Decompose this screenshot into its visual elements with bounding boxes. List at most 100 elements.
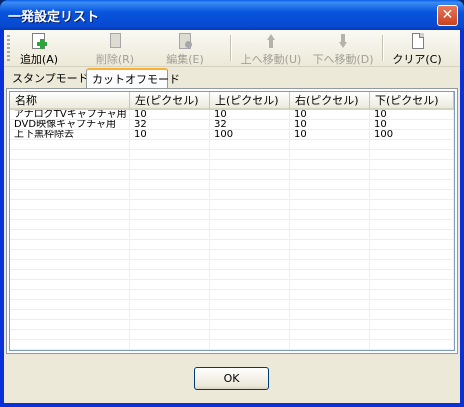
column-header-top[interactable]: 上(ピクセル) [210,92,290,110]
empty-cell [130,160,210,170]
empty-cell [290,200,370,210]
empty-cell [130,200,210,210]
table-row[interactable]: アナログTVキャプチャ用 10 10 10 10 [10,110,454,120]
move-down-button[interactable]: 下へ移動(D) [308,32,378,66]
empty-row [10,140,454,150]
empty-cell [130,240,210,250]
empty-cell [10,230,130,240]
list-header: 名称 左(ピクセル) 上(ピクセル) 右(ピクセル) 下(ピクセル) [10,92,454,110]
toolbar: 追加(A) 削除(R) 編集(E) 上へ移動(U) 下へ移動(D) クリア(C) [4,30,460,67]
preset-list[interactable]: 名称 左(ピクセル) 上(ピクセル) 右(ピクセル) 下(ピクセル) アナログT… [9,91,455,351]
tab-cutoff-mode[interactable]: カットオフモード [86,68,180,88]
move-down-label: 下へ移動(D) [312,53,374,66]
empty-cell [290,300,370,310]
dialog-window: 一発設定リスト ✕ 追加(A) 削除(R) 編集(E) 上へ移動(U) 下へ移動… [0,0,464,407]
empty-cell [130,330,210,340]
toolbar-grip[interactable] [7,35,10,61]
table-row[interactable]: DVD映像キャプチャ用 32 32 10 10 [10,120,454,130]
cell-name: アナログTVキャプチャ用 [10,110,130,120]
empty-cell [290,140,370,150]
clear-button[interactable]: クリア(C) [392,32,442,66]
empty-cell [10,290,130,300]
empty-cell [10,220,130,230]
table-row[interactable]: 上下黒枠除去 10 100 10 100 [10,130,454,140]
cell-bottom: 100 [370,130,454,140]
empty-cell [370,150,454,160]
empty-cell [290,330,370,340]
edit-icon [177,33,193,49]
empty-cell [210,280,290,290]
delete-icon [107,33,123,49]
empty-cell [10,210,130,220]
empty-cell [290,250,370,260]
empty-row [10,230,454,240]
empty-cell [210,170,290,180]
edit-button[interactable]: 編集(E) [162,32,208,66]
edit-label: 編集(E) [166,53,204,66]
column-header-right[interactable]: 右(ピクセル) [290,92,370,110]
empty-cell [10,160,130,170]
empty-cell [130,260,210,270]
empty-cell [370,250,454,260]
tab-stamp-mode[interactable]: スタンプモード [7,71,89,88]
cell-left: 10 [130,110,210,120]
empty-cell [130,170,210,180]
cell-right: 10 [290,110,370,120]
column-header-bottom[interactable]: 下(ピクセル) [370,92,454,110]
empty-cell [210,250,290,260]
empty-cell [370,200,454,210]
empty-cell [210,320,290,330]
window-title: 一発設定リスト [8,10,100,25]
empty-row [10,150,454,160]
empty-row [10,250,454,260]
cell-name: 上下黒枠除去 [10,130,130,140]
empty-row [10,180,454,190]
column-header-left[interactable]: 左(ピクセル) [130,92,210,110]
empty-cell [10,310,130,320]
empty-cell [130,190,210,200]
empty-cell [210,210,290,220]
empty-cell [290,230,370,240]
empty-row [10,270,454,280]
delete-button[interactable]: 削除(R) [92,32,138,66]
empty-row [10,210,454,220]
empty-cell [290,190,370,200]
empty-cell [210,290,290,300]
empty-cell [130,310,210,320]
empty-cell [370,280,454,290]
move-up-button[interactable]: 上へ移動(U) [236,32,306,66]
empty-cell [370,270,454,280]
title-bar: 一発設定リスト ✕ [0,0,464,30]
mode-tabs: スタンプモード カットオフモード [4,68,460,88]
toolbar-separator [382,35,384,61]
empty-cell [290,260,370,270]
empty-cell [370,260,454,270]
empty-cell [370,300,454,310]
ok-button[interactable]: OK [194,367,269,390]
empty-cell [130,180,210,190]
empty-row [10,190,454,200]
empty-cell [210,220,290,230]
empty-cell [290,220,370,230]
empty-cell [290,150,370,160]
column-header-name[interactable]: 名称 [10,92,130,110]
empty-cell [370,290,454,300]
empty-cell [210,270,290,280]
empty-row [10,320,454,330]
empty-cell [10,190,130,200]
empty-cell [130,140,210,150]
empty-cell [290,290,370,300]
add-button[interactable]: 追加(A) [18,32,60,66]
empty-cell [370,320,454,330]
empty-cell [370,340,454,350]
toolbar-separator [230,35,232,61]
close-button[interactable]: ✕ [437,5,458,26]
cell-left: 32 [130,120,210,130]
empty-cell [370,210,454,220]
empty-row [10,280,454,290]
empty-cell [290,170,370,180]
empty-cell [370,160,454,170]
empty-cell [130,270,210,280]
empty-cell [210,330,290,340]
empty-cell [370,170,454,180]
